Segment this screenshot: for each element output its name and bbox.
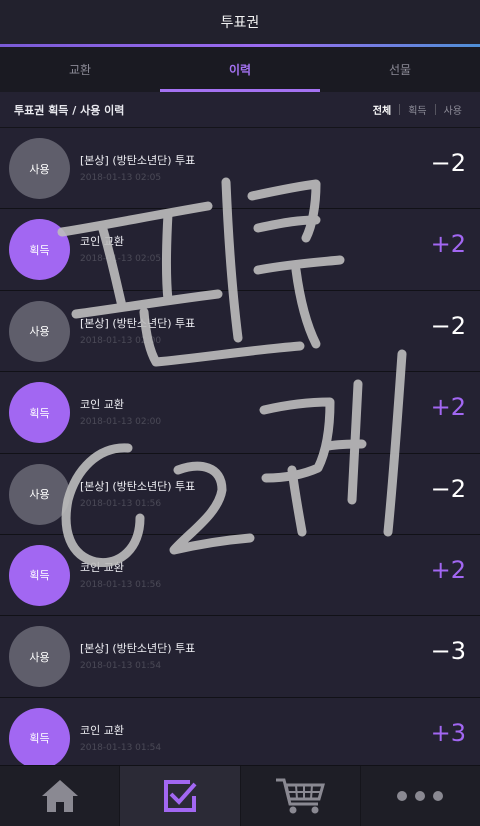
history-row[interactable]: 획득 코인 교환 2018-01-13 02:05 +2: [0, 209, 480, 291]
history-list: 사용 [본상] (방탄소년단) 투표 2018-01-13 02:05 −2 획…: [0, 128, 480, 765]
history-row[interactable]: 사용 [본상] (방탄소년단) 투표 2018-01-13 02:05 −2: [0, 128, 480, 210]
history-time: 2018-01-13 02:05: [80, 254, 162, 265]
history-time: 2018-01-13 02:00: [80, 335, 162, 346]
use-badge: 사용: [9, 300, 70, 362]
history-title: [본상] (방탄소년단) 투표: [80, 479, 196, 493]
gain-badge: 획득: [9, 544, 70, 606]
history-title: [본상] (방탄소년단) 투표: [80, 642, 196, 656]
use-badge: 사용: [9, 138, 70, 199]
use-badge: 사용: [9, 463, 70, 525]
history-amount: −3: [430, 637, 466, 666]
history-section-title: 투표권 획득 / 사용 이력: [14, 103, 125, 117]
history-title: 코인 교환: [80, 235, 124, 249]
history-filters: 전체 획득 사용: [365, 102, 470, 117]
filter-use[interactable]: 사용: [436, 102, 470, 117]
history-time: 2018-01-13 01:56: [80, 579, 162, 590]
filter-gain[interactable]: 획득: [400, 102, 434, 117]
page-title: 투표권: [220, 15, 260, 31]
use-badge: 사용: [9, 626, 70, 688]
gain-badge: 획득: [9, 382, 70, 444]
history-row[interactable]: 획득 코인 교환 2018-01-13 01:56 +2: [0, 534, 480, 617]
history-amount: −2: [430, 474, 466, 503]
app-header: 투표권: [0, 0, 480, 44]
history-amount: +2: [430, 555, 466, 584]
nav-home[interactable]: [0, 766, 121, 826]
gain-badge: 획득: [9, 707, 70, 765]
filter-all[interactable]: 전체: [365, 102, 399, 117]
history-time: 2018-01-13 02:00: [80, 417, 162, 428]
history-row[interactable]: 사용 [본상] (방탄소년단) 투표 2018-01-13 02:00 −2: [0, 290, 480, 373]
history-amount: −2: [430, 311, 466, 340]
history-title: 코인 교환: [80, 723, 124, 737]
history-time: 2018-01-13 01:54: [80, 661, 162, 672]
history-amount: −2: [430, 149, 466, 177]
history-time: 2018-01-13 02:05: [80, 173, 162, 183]
cart-icon: [276, 778, 326, 814]
history-title: 코인 교환: [80, 398, 124, 412]
history-title: [본상] (방탄소년단) 투표: [80, 316, 196, 330]
history-amount: +2: [430, 393, 466, 422]
gain-badge: 획득: [9, 219, 70, 281]
history-time: 2018-01-13 01:54: [80, 742, 162, 753]
tab-history[interactable]: 이력: [160, 47, 320, 92]
checkbox-icon: [163, 780, 197, 812]
history-row[interactable]: 사용 [본상] (방탄소년단) 투표 2018-01-13 01:56 −2: [0, 453, 480, 535]
history-title: 코인 교환: [80, 560, 124, 574]
history-amount: +2: [430, 230, 466, 259]
nav-vote-history[interactable]: [120, 766, 241, 826]
history-subheader: 투표권 획득 / 사용 이력 전체 획득 사용: [0, 92, 480, 128]
history-row[interactable]: 획득 코인 교환 2018-01-13 01:54 +3: [0, 697, 480, 765]
history-time: 2018-01-13 01:56: [80, 498, 162, 509]
history-row[interactable]: 사용 [본상] (방탄소년단) 투표 2018-01-13 01:54 −3: [0, 616, 480, 698]
history-title: [본상] (방탄소년단) 투표: [80, 154, 196, 167]
history-amount: +3: [430, 718, 466, 747]
bottom-nav: [0, 765, 480, 826]
tab-gift[interactable]: 선물: [320, 47, 480, 92]
more-icon: [397, 791, 444, 801]
tab-bar: 교환 이력 선물: [0, 47, 480, 92]
nav-more[interactable]: [361, 766, 480, 826]
tab-exchange[interactable]: 교환: [0, 47, 160, 92]
nav-shop[interactable]: [241, 766, 361, 826]
home-icon: [41, 780, 78, 812]
history-row[interactable]: 획득 코인 교환 2018-01-13 02:00 +2: [0, 372, 480, 454]
